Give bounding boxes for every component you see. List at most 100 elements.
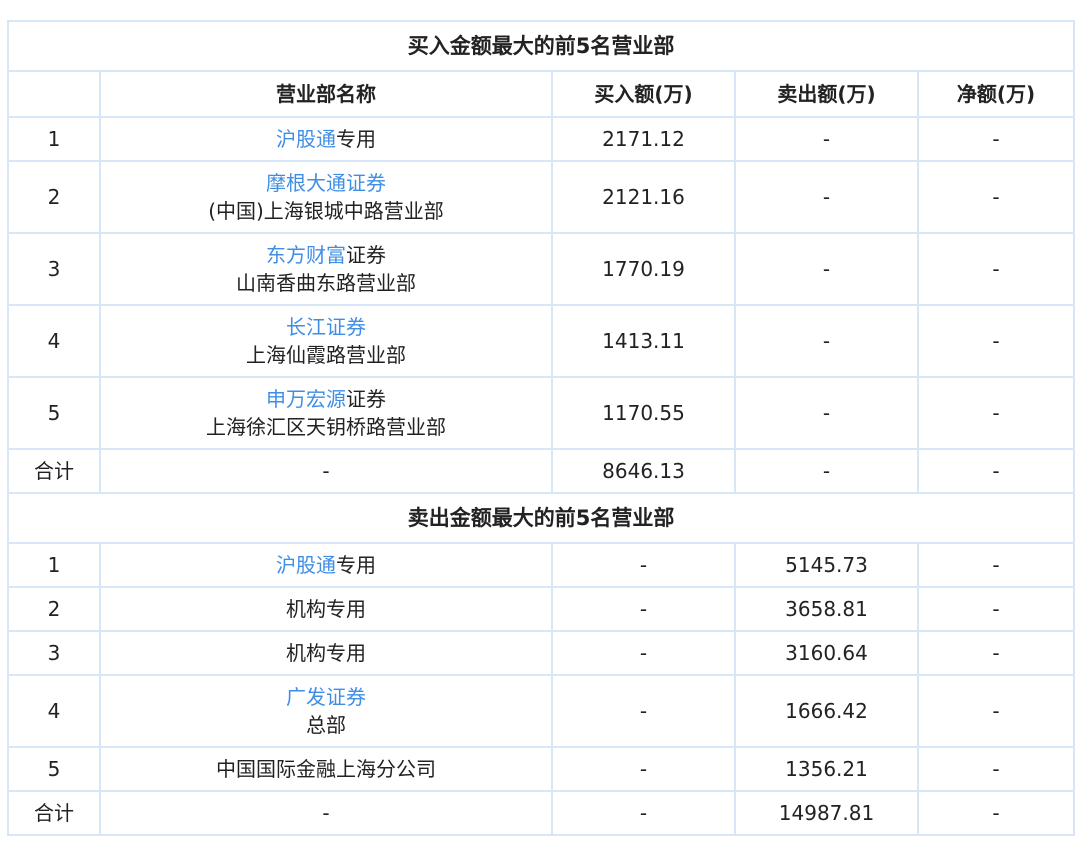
buy-amount: - (551, 586, 736, 632)
broker-name: - (99, 790, 553, 836)
net-amount: - (916, 232, 1076, 306)
header-buy-amount: 买入额(万) (551, 70, 736, 118)
sell-amount: 14987.81 (734, 790, 919, 836)
broker-branch: 上海徐汇区天钥桥路营业部 (206, 415, 446, 439)
broker-link[interactable]: 沪股通 (276, 127, 336, 151)
row-index: 5 (7, 746, 101, 792)
table-row: 3 东方财富证券 山南香曲东路营业部 1770.19 - - (7, 232, 1076, 306)
row-index: 2 (7, 586, 101, 632)
net-amount: - (916, 790, 1076, 836)
buy-amount: - (551, 790, 736, 836)
row-index: 4 (7, 304, 101, 378)
broker-link[interactable]: 广发证券 (286, 685, 366, 709)
sell-amount: - (734, 232, 919, 306)
net-amount: - (916, 304, 1076, 378)
buy-amount: - (551, 630, 736, 676)
table-row: 1 沪股通专用 - 5145.73 - (7, 542, 1076, 588)
broker-name: - (99, 448, 553, 494)
table-row: 1 沪股通专用 2171.12 - - (7, 116, 1076, 162)
table-row: 2 机构专用 - 3658.81 - (7, 586, 1076, 632)
broker-branch: 总部 (306, 713, 346, 737)
net-amount: - (916, 542, 1076, 588)
row-index: 3 (7, 232, 101, 306)
total-label: 合计 (7, 448, 101, 494)
buy-section-title: 买入金额最大的前5名营业部 (6, 20, 1076, 72)
broker-name: 机构专用 (99, 586, 553, 632)
row-index: 2 (7, 160, 101, 234)
broker-branch: 山南香曲东路营业部 (236, 271, 416, 295)
sell-amount: - (734, 160, 919, 234)
table-row: 5 中国国际金融上海分公司 - 1356.21 - (7, 746, 1076, 792)
total-row: 合计 - 8646.13 - - (7, 448, 1076, 494)
broker-name: 机构专用 (99, 630, 553, 676)
broker-link[interactable]: 沪股通 (276, 553, 336, 577)
net-amount: - (916, 376, 1076, 450)
broker-name: 中国国际金融上海分公司 (99, 746, 553, 792)
net-amount: - (916, 674, 1076, 748)
row-index: 3 (7, 630, 101, 676)
sell-amount: - (734, 448, 919, 494)
net-amount: - (916, 448, 1076, 494)
table-row: 4 长江证券 上海仙霞路营业部 1413.11 - - (7, 304, 1076, 378)
broker-name: 沪股通专用 (99, 542, 553, 588)
table-header-row: 营业部名称 买入额(万) 卖出额(万) 净额(万) (7, 70, 1076, 118)
sell-section-title: 卖出金额最大的前5名营业部 (6, 492, 1076, 544)
buy-amount: - (551, 542, 736, 588)
broker-name: 摩根大通证券 (中国)上海银城中路营业部 (99, 160, 553, 234)
buy-amount: 1170.55 (551, 376, 736, 450)
row-index: 5 (7, 376, 101, 450)
buy-amount: - (551, 746, 736, 792)
broker-name: 长江证券 上海仙霞路营业部 (99, 304, 553, 378)
row-index: 4 (7, 674, 101, 748)
buy-amount: - (551, 674, 736, 748)
broker-name: 沪股通专用 (99, 116, 553, 162)
table-row: 3 机构专用 - 3160.64 - (7, 630, 1076, 676)
dragon-tiger-table-container: 买入金额最大的前5名营业部 营业部名称 买入额(万) 卖出额(万) 净额(万) … (0, 0, 1080, 836)
sell-amount: - (734, 376, 919, 450)
sell-amount: 1356.21 (734, 746, 919, 792)
broker-link[interactable]: 摩根大通证券 (266, 171, 386, 195)
sell-amount: - (734, 116, 919, 162)
buy-section-title-row: 买入金额最大的前5名营业部 (6, 20, 1076, 72)
table-row: 2 摩根大通证券 (中国)上海银城中路营业部 2121.16 - - (7, 160, 1076, 234)
broker-branch: (中国)上海银城中路营业部 (208, 199, 444, 223)
broker-link[interactable]: 东方财富 (266, 243, 346, 267)
total-label: 合计 (7, 790, 101, 836)
buy-amount: 2121.16 (551, 160, 736, 234)
broker-name: 广发证券 总部 (99, 674, 553, 748)
table-row: 4 广发证券 总部 - 1666.42 - (7, 674, 1076, 748)
broker-name: 申万宏源证券 上海徐汇区天钥桥路营业部 (99, 376, 553, 450)
table-row: 5 申万宏源证券 上海徐汇区天钥桥路营业部 1170.55 - - (7, 376, 1076, 450)
sell-amount: 3658.81 (734, 586, 919, 632)
net-amount: - (916, 116, 1076, 162)
buy-amount: 8646.13 (551, 448, 736, 494)
header-net-amount: 净额(万) (916, 70, 1076, 118)
row-index: 1 (7, 542, 101, 588)
broker-ranking-table: 买入金额最大的前5名营业部 营业部名称 买入额(万) 卖出额(万) 净额(万) … (6, 20, 1076, 836)
header-index (7, 70, 101, 118)
sell-amount: 5145.73 (734, 542, 919, 588)
broker-name-suffix: 专用 (336, 127, 376, 151)
sell-amount: - (734, 304, 919, 378)
header-sell-amount: 卖出额(万) (734, 70, 919, 118)
broker-name-suffix: 专用 (336, 553, 376, 577)
net-amount: - (916, 160, 1076, 234)
net-amount: - (916, 586, 1076, 632)
header-broker-name: 营业部名称 (99, 70, 553, 118)
buy-amount: 1770.19 (551, 232, 736, 306)
broker-branch: 上海仙霞路营业部 (246, 343, 406, 367)
sell-amount: 1666.42 (734, 674, 919, 748)
sell-section-title-row: 卖出金额最大的前5名营业部 (6, 492, 1076, 544)
buy-amount: 1413.11 (551, 304, 736, 378)
total-row: 合计 - - 14987.81 - (7, 790, 1076, 836)
buy-amount: 2171.12 (551, 116, 736, 162)
net-amount: - (916, 746, 1076, 792)
row-index: 1 (7, 116, 101, 162)
broker-link[interactable]: 长江证券 (286, 315, 366, 339)
sell-amount: 3160.64 (734, 630, 919, 676)
broker-name: 东方财富证券 山南香曲东路营业部 (99, 232, 553, 306)
net-amount: - (916, 630, 1076, 676)
broker-name-suffix: 证券 (346, 243, 386, 267)
broker-link[interactable]: 申万宏源 (266, 387, 346, 411)
broker-name-suffix: 证券 (346, 387, 386, 411)
